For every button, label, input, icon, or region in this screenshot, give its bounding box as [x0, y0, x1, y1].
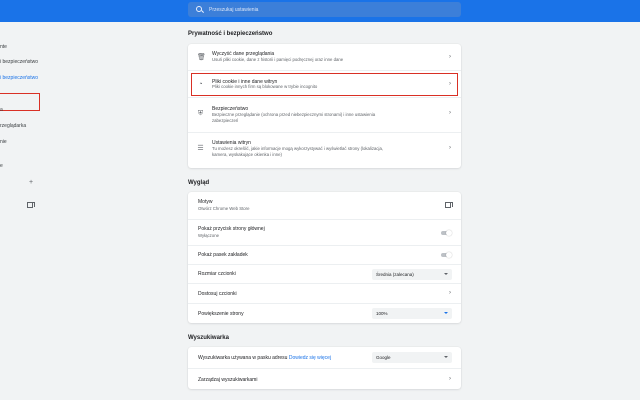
engine-title-text: Wyszukiwarka używana w pasku adresu [198, 355, 288, 361]
privacy-card: 🗑 Wyczyść dane przeglądania Usuń pliki c… [188, 44, 461, 168]
manage-search-engines-row[interactable]: Zarządzaj wyszukiwarkami › [188, 368, 461, 389]
font-size-select[interactable]: Średnia (zalecana) [372, 269, 452, 280]
page-zoom-select[interactable]: 100% [372, 308, 452, 319]
sidebar-item-appearance[interactable]: a [0, 107, 3, 113]
row-subtitle-2: kamera, wyskakujące okienka i inne) [212, 152, 282, 157]
section-title-privacy: Prywatność i bezpieczeństwo [188, 31, 273, 37]
search-engine-card: Wyszukiwarka używana w pasku adresu Dowi… [188, 347, 461, 389]
home-button-toggle[interactable] [441, 229, 452, 236]
select-value: 100% [376, 311, 388, 316]
sidebar-item-appearance-partial[interactable]: nte [0, 44, 7, 50]
row-title: Rozmiar czcionki [198, 271, 236, 277]
learn-more-link[interactable]: Dowiedz się więcej [289, 355, 331, 361]
bookmarks-bar-row[interactable]: Pokaż pasek zakładek [188, 245, 461, 264]
row-subtitle: Usuń pliki cookie, dane z historii i pam… [212, 57, 344, 62]
search-icon [196, 5, 204, 14]
page-zoom-row: Powiększenie strony 100% [188, 303, 461, 323]
open-external-icon[interactable] [445, 202, 453, 208]
chevron-right-icon: › [449, 376, 451, 382]
row-title: Pokaż pasek zakładek [198, 252, 248, 258]
row-title: Dostosuj czcionki [198, 291, 237, 297]
row-subtitle: Wyłączone [198, 233, 219, 238]
chevron-right-icon: › [449, 145, 451, 151]
site-settings-row[interactable]: ☰ Ustawienia witryn Tu możesz określić, … [188, 132, 461, 168]
section-title-search-engine: Wyszukiwarka [188, 335, 229, 341]
top-bar: Przeszukaj ustawienia [0, 0, 640, 22]
shield-icon: ⛨ [197, 110, 204, 117]
customize-fonts-row[interactable]: Dostosuj czcionki › [188, 283, 461, 303]
row-subtitle: Pliki cookie innych firm są blokowane w … [212, 84, 318, 89]
sidebar-item-advanced[interactable]: e [0, 163, 3, 169]
row-title: Wyszukiwarka używana w pasku adresu Dowi… [198, 355, 331, 361]
search-placeholder: Przeszukaj ustawienia [209, 6, 259, 13]
chevron-right-icon: › [449, 290, 451, 296]
select-value: Google [376, 355, 391, 360]
security-row[interactable]: ⛨ Bezpieczeństwo Bezpieczne przeglądanie… [188, 97, 461, 132]
sidebar-item-autofill[interactable]: i bezpieczeństwo [0, 59, 38, 65]
row-title: Motyw [198, 199, 213, 205]
row-title: Powiększenie strony [198, 311, 244, 317]
bookmarks-bar-toggle[interactable] [441, 251, 452, 258]
expand-icon[interactable]: + [29, 179, 33, 186]
clear-browsing-data-row[interactable]: 🗑 Wyczyść dane przeglądania Usuń pliki c… [188, 44, 461, 70]
sliders-icon: ☰ [197, 145, 204, 152]
cookie-icon: ◔ [198, 81, 203, 88]
home-button-row[interactable]: Pokaż przycisk strony głównej Wyłączone [188, 219, 461, 245]
chevron-right-icon: › [449, 81, 451, 87]
row-title: Pokaż przycisk strony głównej [198, 226, 265, 232]
row-subtitle-2: zabezpieczeń [212, 118, 239, 123]
sidebar-item-browser[interactable]: rzeglądarka [0, 123, 26, 129]
sidebar: nte i bezpieczeństwo i bezpieczeństwo a … [0, 22, 80, 400]
cookies-row[interactable]: ◔ Pliki cookie i inne dane witryn Pliki … [188, 70, 461, 97]
row-title: Zarządzaj wyszukiwarkami [198, 377, 258, 383]
sidebar-item-startup[interactable]: nie [0, 139, 7, 145]
sidebar-item-privacy[interactable]: i bezpieczeństwo [0, 75, 38, 81]
chevron-right-icon: › [449, 54, 451, 60]
open-external-icon[interactable] [27, 202, 35, 208]
chevron-right-icon: › [449, 110, 451, 116]
section-title-appearance: Wygląd [188, 180, 210, 186]
search-engine-select[interactable]: Google [372, 352, 452, 363]
font-size-row: Rozmiar czcionki Średnia (zalecana) [188, 264, 461, 283]
dropdown-caret-icon [444, 312, 448, 314]
select-value: Średnia (zalecana) [376, 272, 414, 277]
trash-icon: 🗑 [197, 54, 206, 61]
theme-row[interactable]: Motyw Otwórz Chrome Web Store [188, 192, 461, 219]
dropdown-caret-icon [444, 273, 448, 275]
dropdown-caret-icon [444, 356, 448, 358]
search-engine-row: Wyszukiwarka używana w pasku adresu Dowi… [188, 347, 461, 368]
appearance-card: Motyw Otwórz Chrome Web Store Pokaż przy… [188, 192, 461, 323]
sidebar-highlight-box [0, 93, 40, 111]
search-input[interactable]: Przeszukaj ustawienia [188, 2, 461, 17]
row-subtitle: Otwórz Chrome Web Store [198, 206, 250, 211]
